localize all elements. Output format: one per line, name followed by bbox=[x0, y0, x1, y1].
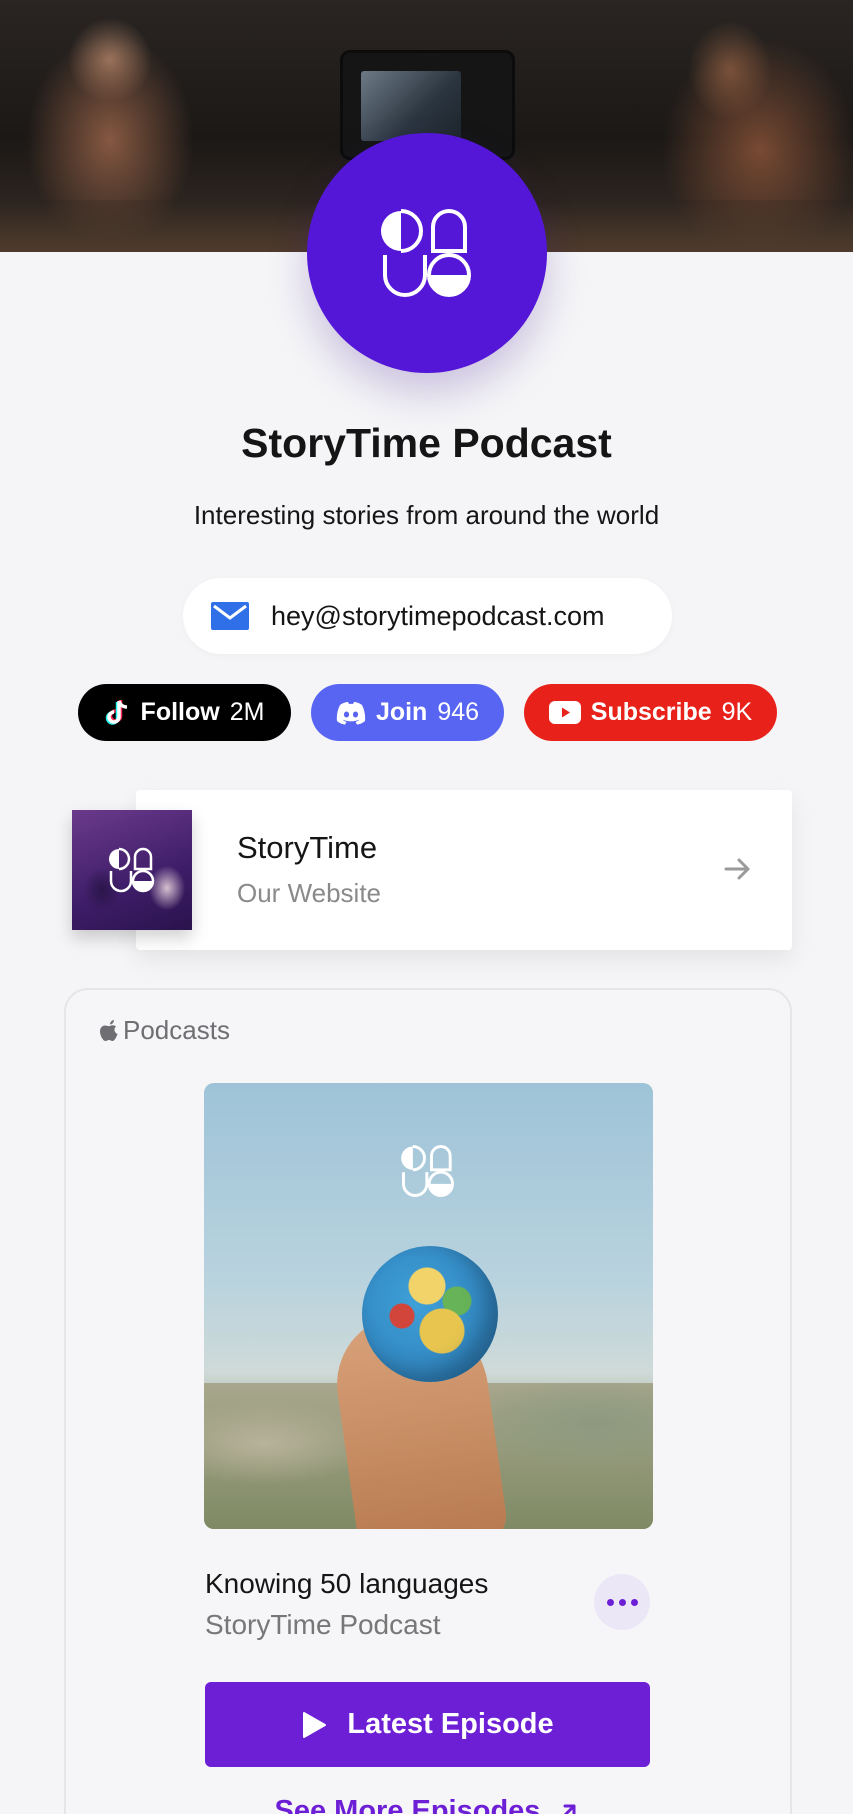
youtube-label: Subscribe bbox=[590, 698, 712, 726]
tiktok-follow-button[interactable]: Follow 2M bbox=[78, 684, 291, 741]
profile-tagline: Interesting stories from around the worl… bbox=[193, 500, 660, 530]
website-thumbnail bbox=[72, 810, 192, 930]
discord-join-button[interactable]: Join 946 bbox=[311, 684, 504, 741]
external-link-icon bbox=[563, 1804, 575, 1814]
podcasts-label: Podcasts bbox=[123, 1015, 230, 1045]
latest-episode-button[interactable]: Latest Episode bbox=[205, 1682, 650, 1767]
profile-name: StoryTime Podcast bbox=[241, 420, 612, 466]
storytime-logo-icon bbox=[401, 1145, 454, 1197]
more-dots-icon bbox=[606, 1598, 614, 1606]
website-link-title: StoryTime bbox=[237, 830, 378, 865]
youtube-count: 9K bbox=[721, 698, 753, 726]
storytime-logo-icon bbox=[109, 847, 155, 893]
mail-icon bbox=[211, 602, 249, 630]
more-options-button[interactable] bbox=[594, 1574, 650, 1630]
globe-graphic bbox=[362, 1246, 498, 1382]
tiktok-count: 2M bbox=[229, 698, 265, 726]
discord-label: Join bbox=[375, 698, 428, 726]
website-link-subtitle: Our Website bbox=[237, 878, 382, 908]
tiktok-icon bbox=[105, 699, 127, 725]
email-address: hey@storytimepodcast.com bbox=[271, 600, 605, 631]
website-link-card[interactable] bbox=[136, 790, 792, 950]
storytime-logo-icon bbox=[381, 209, 471, 297]
see-more-label: See More Episodes bbox=[274, 1795, 541, 1814]
apple-icon bbox=[100, 1019, 118, 1041]
episode-show-name: StoryTime Podcast bbox=[205, 1609, 441, 1640]
latest-episode-label: Latest Episode bbox=[347, 1708, 554, 1740]
email-button[interactable]: hey@storytimepodcast.com bbox=[183, 578, 672, 654]
discord-icon bbox=[336, 701, 366, 724]
play-icon bbox=[303, 1711, 327, 1738]
youtube-icon bbox=[548, 701, 581, 724]
arrow-right-icon[interactable] bbox=[722, 855, 754, 883]
discord-count: 946 bbox=[437, 698, 480, 726]
see-more-episodes-link[interactable]: See More Episodes bbox=[0, 1795, 853, 1814]
episode-artwork bbox=[204, 1083, 653, 1529]
apple-podcasts-brand: Podcasts bbox=[100, 1015, 230, 1046]
tiktok-label: Follow bbox=[140, 698, 220, 726]
episode-title: Knowing 50 languages bbox=[205, 1568, 489, 1599]
profile-avatar bbox=[307, 133, 547, 373]
youtube-subscribe-button[interactable]: Subscribe 9K bbox=[524, 684, 777, 741]
